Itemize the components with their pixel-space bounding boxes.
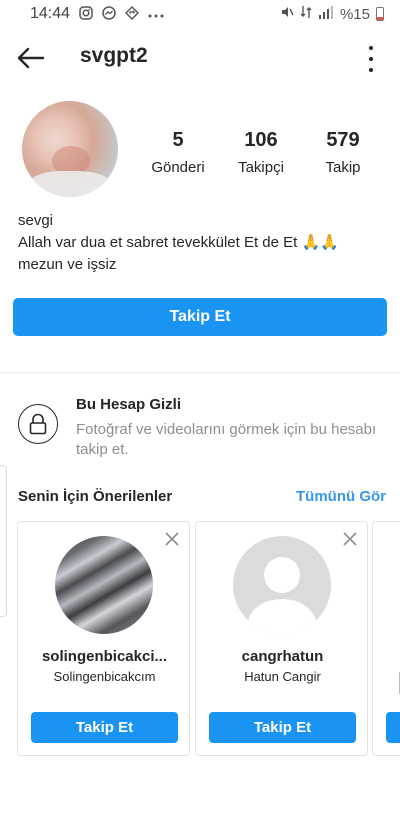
suggestion-full-name: Solingenbicakcım bbox=[53, 669, 156, 684]
bio-line: Allah var dua et sabret tevekkület Et de… bbox=[18, 234, 339, 251]
followers-count: 106 bbox=[244, 129, 278, 151]
private-account-description: Fotoğraf ve videolarını görmek için bu h… bbox=[76, 421, 377, 458]
avatar-body-shape bbox=[248, 599, 316, 634]
dot bbox=[369, 57, 373, 61]
navigation-notification-icon bbox=[125, 5, 140, 23]
instagram-notification-icon bbox=[79, 5, 93, 23]
following-label: Takip bbox=[325, 159, 361, 176]
bio-line: mezun ve işsiz bbox=[18, 256, 117, 273]
battery-icon bbox=[376, 7, 384, 21]
suggestion-username[interactable]: solingenbicakci... bbox=[26, 648, 183, 665]
suggestions-header: Senin İçin Önerilenler bbox=[18, 488, 173, 505]
posts-count: 5 bbox=[172, 129, 184, 151]
suggestion-card[interactable]: solingenbicakci... Solingenbicakcım Taki… bbox=[17, 521, 190, 756]
suggestion-follow-button[interactable]: Takip Et bbox=[31, 712, 178, 743]
mute-icon bbox=[280, 5, 294, 23]
private-account-title: Bu Hesap Gizli bbox=[76, 396, 182, 413]
lock-icon bbox=[18, 404, 58, 444]
suggestion-follow-button-partial[interactable] bbox=[386, 712, 400, 743]
suggestion-avatar[interactable] bbox=[55, 536, 153, 634]
messenger-notification-icon bbox=[102, 5, 116, 23]
back-button[interactable] bbox=[14, 42, 48, 74]
profile-name: sevgi bbox=[18, 212, 54, 229]
avatar-head-shape bbox=[264, 557, 300, 593]
following-count: 579 bbox=[326, 129, 360, 151]
suggestion-card-partial[interactable] bbox=[372, 521, 400, 756]
status-left: 14:44 bbox=[30, 5, 164, 23]
stat-following[interactable]: 579 Takip bbox=[298, 128, 388, 176]
suggestion-username[interactable]: cangrhatun bbox=[204, 648, 361, 665]
more-options-button[interactable] bbox=[364, 46, 378, 72]
profile-avatar[interactable] bbox=[22, 101, 118, 197]
default-avatar-icon[interactable] bbox=[233, 536, 331, 634]
profile-bio: sevgi Allah var dua et sabret tevekkület… bbox=[18, 210, 388, 276]
suggestion-card[interactable]: cangrhatun Hatun Cangir Takip Et bbox=[195, 521, 368, 756]
battery-percent: %15 bbox=[339, 5, 370, 23]
dot bbox=[369, 68, 373, 72]
close-icon[interactable] bbox=[341, 530, 359, 548]
status-bar: 14:44 %15 bbox=[0, 0, 400, 28]
edge-panel-handle[interactable] bbox=[0, 465, 7, 617]
follow-button[interactable]: Takip Et bbox=[13, 298, 387, 336]
dot bbox=[369, 46, 373, 50]
section-divider bbox=[0, 372, 400, 373]
status-time: 14:44 bbox=[30, 5, 71, 22]
arrow-left-icon bbox=[17, 47, 45, 69]
profile-username-title: svgpt2 bbox=[80, 44, 148, 67]
see-all-link[interactable]: Tümünü Gör bbox=[296, 488, 386, 505]
more-notifications-icon bbox=[148, 7, 164, 22]
followers-label: Takipçi bbox=[238, 159, 284, 176]
status-right: %15 bbox=[280, 5, 384, 23]
close-icon[interactable] bbox=[163, 530, 181, 548]
stat-posts[interactable]: 5 Gönderi bbox=[133, 128, 223, 176]
stat-followers[interactable]: 106 Takipçi bbox=[216, 128, 306, 176]
top-bar: svgpt2 bbox=[0, 28, 400, 88]
data-transfer-icon bbox=[300, 5, 312, 23]
posts-label: Gönderi bbox=[151, 159, 205, 176]
signal-icon bbox=[318, 5, 334, 23]
suggestion-full-name: Hatun Cangir bbox=[244, 669, 321, 684]
suggestion-follow-button[interactable]: Takip Et bbox=[209, 712, 356, 743]
